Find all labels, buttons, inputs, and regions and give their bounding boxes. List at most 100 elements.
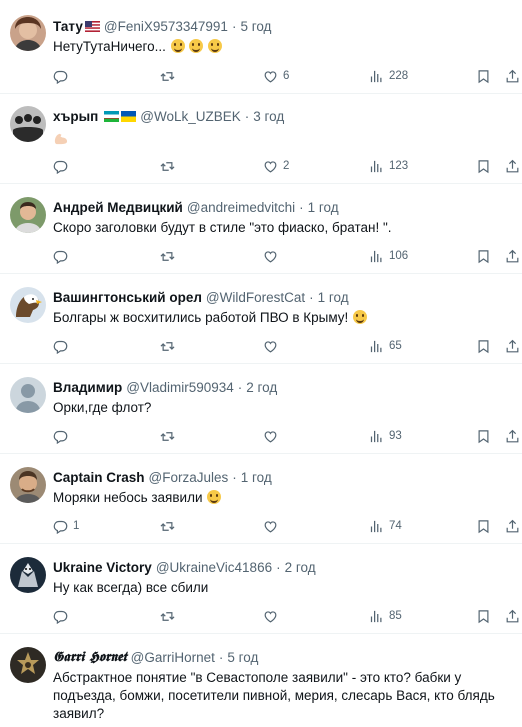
avatar[interactable] [10, 15, 46, 51]
retweet-icon [160, 339, 175, 354]
like-button[interactable] [263, 337, 283, 355]
author-handle[interactable]: @andreimedvitchi [187, 200, 295, 215]
tweet[interactable]: 𝕲𝖆𝖗𝖗𝖎 𝕳𝖔𝖗𝖓𝖊𝖙 @GarriHornet · 5 год Абстра… [0, 634, 522, 727]
author-handle[interactable]: @WildForestCat [206, 290, 305, 305]
reply-button[interactable] [53, 337, 73, 355]
retweet-button[interactable] [160, 607, 175, 625]
author-name[interactable]: Тату [53, 19, 83, 34]
author-handle[interactable]: @FeniX9573347991 [104, 19, 228, 34]
tweet-text-content: Ну как всегда) все сбили [53, 580, 209, 595]
retweet-button[interactable] [160, 67, 175, 85]
views-button[interactable]: 85 [369, 607, 402, 625]
views-button[interactable]: 74 [369, 517, 402, 535]
retweet-button[interactable] [160, 337, 175, 355]
reply-count: 1 [73, 520, 80, 532]
bookmark-icon [476, 159, 491, 174]
author-handle[interactable]: @ForzaJules [149, 470, 229, 485]
share-button[interactable] [505, 607, 520, 625]
bookmark-button[interactable] [476, 517, 491, 535]
tweet[interactable]: Андрей Медвицкий @andreimedvitchi · 1 го… [0, 184, 522, 274]
separator-dot: · [276, 559, 281, 575]
views-button[interactable]: 123 [369, 157, 408, 175]
tweet-text: Моряки небось заявили [53, 489, 508, 507]
bookmark-button[interactable] [476, 247, 491, 265]
like-button[interactable] [263, 517, 283, 535]
reply-button[interactable] [53, 427, 73, 445]
timestamp[interactable]: 2 год [285, 560, 316, 575]
like-icon [263, 429, 278, 444]
tweet-text-content: НетуТутаНичего... [53, 39, 166, 54]
author-handle[interactable]: @GarriHornet [131, 650, 215, 665]
views-button[interactable]: 228 [369, 67, 408, 85]
author-name[interactable]: Ukraine Victory [53, 560, 152, 575]
author-handle[interactable]: @UkraineVic41866 [156, 560, 272, 575]
views-button[interactable]: 65 [369, 337, 402, 355]
views-icon [369, 69, 384, 84]
author-name[interactable]: хърып [53, 109, 98, 124]
separator-dot: · [309, 289, 314, 305]
reply-button[interactable] [53, 67, 73, 85]
tweet[interactable]: Тату @FeniX9573347991 · 5 год НетуТутаНи… [0, 0, 522, 94]
reply-button[interactable] [53, 607, 73, 625]
author-name[interactable]: Владимир [53, 380, 122, 395]
share-icon [505, 249, 520, 264]
tweet-actions: 65 [53, 337, 513, 355]
tweet[interactable]: Вашингтонський орел @WildForestCat · 1 г… [0, 274, 522, 364]
avatar[interactable] [10, 647, 46, 683]
reply-button[interactable] [53, 247, 73, 265]
avatar[interactable] [10, 467, 46, 503]
view-count: 85 [389, 610, 402, 622]
retweet-button[interactable] [160, 517, 175, 535]
bookmark-button[interactable] [476, 67, 491, 85]
author-name[interactable]: Captain Crash [53, 470, 145, 485]
retweet-button[interactable] [160, 427, 175, 445]
retweet-button[interactable] [160, 247, 175, 265]
avatar[interactable] [10, 197, 46, 233]
author-name[interactable]: Андрей Медвицкий [53, 200, 183, 215]
like-button[interactable]: 6 [263, 67, 289, 85]
share-button[interactable] [505, 427, 520, 445]
share-button[interactable] [505, 337, 520, 355]
tweet-header: Ukraine Victory @UkraineVic41866 · 2 год [53, 558, 316, 576]
separator-dot: · [232, 469, 237, 485]
author-name[interactable]: Вашингтонський орел [53, 290, 202, 305]
like-button[interactable] [263, 427, 283, 445]
tweet[interactable]: Ukraine Victory @UkraineVic41866 · 2 год… [0, 544, 522, 634]
share-button[interactable] [505, 517, 520, 535]
tweet[interactable]: Captain Crash @ForzaJules · 1 год Моряки… [0, 454, 522, 544]
author-handle[interactable]: @Vladimir590934 [126, 380, 234, 395]
timestamp[interactable]: 1 год [241, 470, 272, 485]
share-button[interactable] [505, 67, 520, 85]
timestamp[interactable]: 2 год [246, 380, 277, 395]
retweet-button[interactable] [160, 157, 175, 175]
views-button[interactable]: 93 [369, 427, 402, 445]
avatar[interactable] [10, 106, 46, 142]
like-button[interactable]: 2 [263, 157, 289, 175]
avatar[interactable] [10, 287, 46, 323]
share-button[interactable] [505, 157, 520, 175]
timestamp[interactable]: 5 год [227, 650, 258, 665]
reply-button[interactable]: 1 [53, 517, 79, 535]
view-count: 65 [389, 340, 402, 352]
share-button[interactable] [505, 247, 520, 265]
timestamp[interactable]: 1 год [308, 200, 339, 215]
share-icon [505, 609, 520, 624]
bookmark-button[interactable] [476, 337, 491, 355]
author-handle[interactable]: @WoLk_UZBEK [140, 109, 241, 124]
avatar[interactable] [10, 377, 46, 413]
tweet[interactable]: хърып @WoLk_UZBEK · 3 год 2 123 [0, 94, 522, 184]
timestamp[interactable]: 3 год [253, 109, 284, 124]
tweet[interactable]: Владимир @Vladimir590934 · 2 год Орки,гд… [0, 364, 522, 454]
author-name[interactable]: 𝕲𝖆𝖗𝖗𝖎 𝕳𝖔𝖗𝖓𝖊𝖙 [53, 649, 127, 665]
like-button[interactable] [263, 247, 283, 265]
bookmark-icon [476, 429, 491, 444]
avatar[interactable] [10, 557, 46, 593]
bookmark-button[interactable] [476, 157, 491, 175]
like-button[interactable] [263, 607, 283, 625]
reply-button[interactable] [53, 157, 73, 175]
timestamp[interactable]: 5 год [240, 19, 271, 34]
bookmark-button[interactable] [476, 427, 491, 445]
views-button[interactable]: 106 [369, 247, 408, 265]
bookmark-button[interactable] [476, 607, 491, 625]
timestamp[interactable]: 1 год [318, 290, 349, 305]
